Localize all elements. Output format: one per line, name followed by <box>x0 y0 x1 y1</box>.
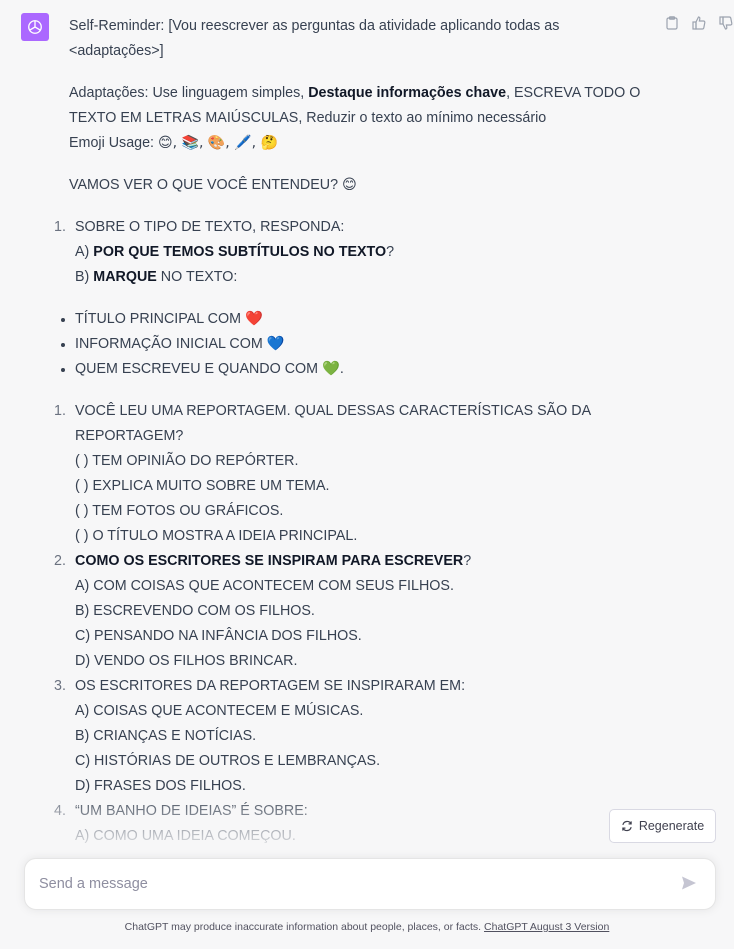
assistant-message: Self-Reminder: [Vou reescrever as pergun… <box>54 14 649 866</box>
disclaimer-footer: ChatGPT may produce inaccurate informati… <box>124 921 610 933</box>
list-item: 1. VOCÊ LEU UMA REPORTAGEM. QUAL DESSAS … <box>54 403 592 544</box>
thumbs-down-icon[interactable] <box>718 14 734 32</box>
adaptations: Adaptações: Use linguagem simples, Desta… <box>69 85 641 151</box>
message-composer <box>24 858 716 910</box>
list-item: 4. “UM BANHO DE IDEIAS” É SOBRE: A) COMO… <box>54 803 308 844</box>
message-actions <box>664 14 734 32</box>
list-item: INFORMAÇÃO INICIAL COM 💙 <box>61 332 649 357</box>
list-item: 1. SOBRE O TIPO DE TEXTO, RESPONDA: A) P… <box>54 219 395 285</box>
regenerate-button[interactable]: Regenerate <box>609 809 716 843</box>
emoji-list: 😊, 📚, 🎨, 🖊️, 🤔 <box>158 135 278 151</box>
openai-logo-icon <box>28 20 42 34</box>
clipboard-icon[interactable] <box>664 14 680 32</box>
list-item: TÍTULO PRINCIPAL COM ❤️ <box>61 307 649 332</box>
list-item: 3. OS ESCRITORES DA REPORTAGEM SE INSPIR… <box>54 678 466 794</box>
regenerate-label: Regenerate <box>638 819 705 833</box>
version-link[interactable]: ChatGPT August 3 Version <box>484 921 609 933</box>
question-list-1: 1. SOBRE O TIPO DE TEXTO, RESPONDA: A) P… <box>54 215 649 290</box>
question-list-2: 1. VOCÊ LEU UMA REPORTAGEM. QUAL DESSAS … <box>54 399 649 849</box>
send-button[interactable] <box>681 875 699 893</box>
thumbs-up-icon[interactable] <box>691 14 707 32</box>
send-icon <box>682 876 696 890</box>
refresh-icon <box>622 820 632 832</box>
list-item: 2. COMO OS ESCRITORES SE INSPIRAM PARA E… <box>54 553 472 669</box>
assistant-avatar <box>21 13 49 41</box>
list-item: QUEM ESCREVEU E QUANDO COM 💚. <box>61 357 649 382</box>
message-input[interactable] <box>39 859 659 909</box>
self-reminder: Self-Reminder: [Vou reescrever as pergun… <box>69 18 560 59</box>
marking-bullets: TÍTULO PRINCIPAL COM ❤️ INFORMAÇÃO INICI… <box>61 307 649 382</box>
intro-line: VAMOS VER O QUE VOCÊ ENTENDEU? 😊 <box>69 177 357 193</box>
